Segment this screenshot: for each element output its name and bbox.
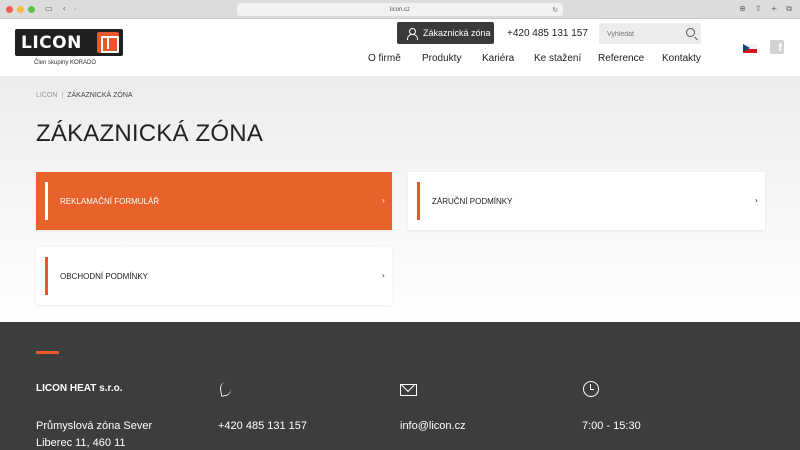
- logo-subtitle: Člen skupiny KORADO: [34, 60, 97, 66]
- phone-icon: [219, 381, 235, 397]
- close-window-button[interactable]: [6, 5, 13, 13]
- reload-icon[interactable]: ↻: [552, 6, 558, 14]
- card-reklamacni-formular[interactable]: REKLAMAČNÍ FORMULÁŘ ›: [36, 172, 392, 230]
- clock-icon: [583, 381, 599, 397]
- card-accent-bar: [417, 182, 420, 220]
- logo-mark-icon: [97, 32, 119, 53]
- breadcrumb: LICON | ZÁKAZNICKÁ ZÓNA: [36, 92, 133, 99]
- window-controls: [6, 5, 35, 13]
- footer-company-name: LICON HEAT s.r.o.: [36, 383, 123, 394]
- chevron-right-icon: ›: [754, 196, 758, 205]
- address-bar-url: licon.cz: [389, 6, 410, 13]
- card-label: OBCHODNÍ PODMÍNKY: [60, 271, 149, 281]
- search-box: [599, 23, 701, 45]
- logo-text: LICON: [21, 32, 82, 53]
- mail-icon: [400, 381, 417, 397]
- zoom-window-button[interactable]: [28, 5, 35, 13]
- footer-address-line2: Liberec 11, 460 11: [36, 437, 126, 449]
- nav-item-o-firme[interactable]: O firmě: [368, 53, 422, 64]
- chevron-right-icon: ›: [381, 271, 385, 280]
- share-icon[interactable]: ⇧: [755, 4, 762, 14]
- search-icon[interactable]: [686, 28, 695, 37]
- card-accent-bar: [45, 182, 48, 220]
- site-footer: LICON HEAT s.r.o. Průmyslová zóna Sever …: [0, 322, 800, 450]
- customer-zone-label: Zákaznická zóna: [423, 28, 491, 38]
- nav-item-reference[interactable]: Reference: [598, 53, 662, 64]
- breadcrumb-current: ZÁKAZNICKÁ ZÓNA: [67, 92, 133, 99]
- breadcrumb-separator: |: [61, 92, 64, 99]
- footer-hours: 7:00 - 15:30: [582, 420, 641, 432]
- main-nav: O firmě Produkty Kariéra Ke stažení Refe…: [368, 53, 707, 64]
- new-tab-icon[interactable]: +: [771, 4, 778, 14]
- card-zarucni-podminky[interactable]: ZÁRUČNÍ PODMÍNKY ›: [408, 172, 765, 230]
- user-icon: [406, 27, 418, 40]
- sidebar-icon[interactable]: ▭: [45, 5, 53, 13]
- address-bar[interactable]: licon.cz ↻: [237, 3, 563, 16]
- nav-item-produkty[interactable]: Produkty: [422, 53, 482, 64]
- header-phone[interactable]: +420 485 131 157: [507, 28, 588, 39]
- browser-toolbar: ▭ ‹ › licon.cz ↻ ⊕ ⇧ + ⧉: [0, 0, 800, 19]
- nav-item-kariera[interactable]: Kariéra: [482, 53, 534, 64]
- minimize-window-button[interactable]: [17, 5, 24, 13]
- search-input[interactable]: [599, 24, 679, 45]
- back-icon[interactable]: ‹: [63, 5, 66, 13]
- browser-actions: ⊕ ⇧ + ⧉: [739, 4, 792, 14]
- facebook-icon[interactable]: f: [770, 40, 784, 54]
- footer-phone[interactable]: +420 485 131 157: [218, 420, 307, 432]
- page-title: ZÁKAZNICKÁ ZÓNA: [36, 120, 264, 147]
- nav-item-ke-stazeni[interactable]: Ke stažení: [534, 53, 598, 64]
- czech-flag-icon[interactable]: [743, 44, 757, 53]
- footer-address-line1: Průmyslová zóna Sever: [36, 420, 153, 432]
- footer-email[interactable]: info@licon.cz: [400, 420, 466, 432]
- card-accent-bar: [45, 257, 48, 295]
- card-label: REKLAMAČNÍ FORMULÁŘ: [60, 196, 160, 206]
- nav-item-kontakty[interactable]: Kontakty: [662, 53, 707, 64]
- customer-zone-button[interactable]: Zákaznická zóna: [397, 22, 494, 44]
- main-content: LICON | ZÁKAZNICKÁ ZÓNA ZÁKAZNICKÁ ZÓNA RE…: [0, 76, 800, 322]
- forward-icon[interactable]: ›: [74, 5, 77, 13]
- breadcrumb-home[interactable]: LICON: [36, 92, 57, 99]
- download-icon[interactable]: ⊕: [739, 4, 746, 14]
- licon-logo[interactable]: LICON: [15, 29, 123, 56]
- card-label: ZÁRUČNÍ PODMÍNKY: [432, 196, 513, 206]
- chevron-right-icon: ›: [381, 196, 385, 205]
- tabs-overview-icon[interactable]: ⧉: [786, 4, 792, 14]
- footer-accent-line: [36, 351, 59, 354]
- card-obchodni-podminky[interactable]: OBCHODNÍ PODMÍNKY ›: [36, 247, 392, 305]
- site-header: LICON Člen skupiny KORADO Zákaznická zón…: [0, 19, 800, 76]
